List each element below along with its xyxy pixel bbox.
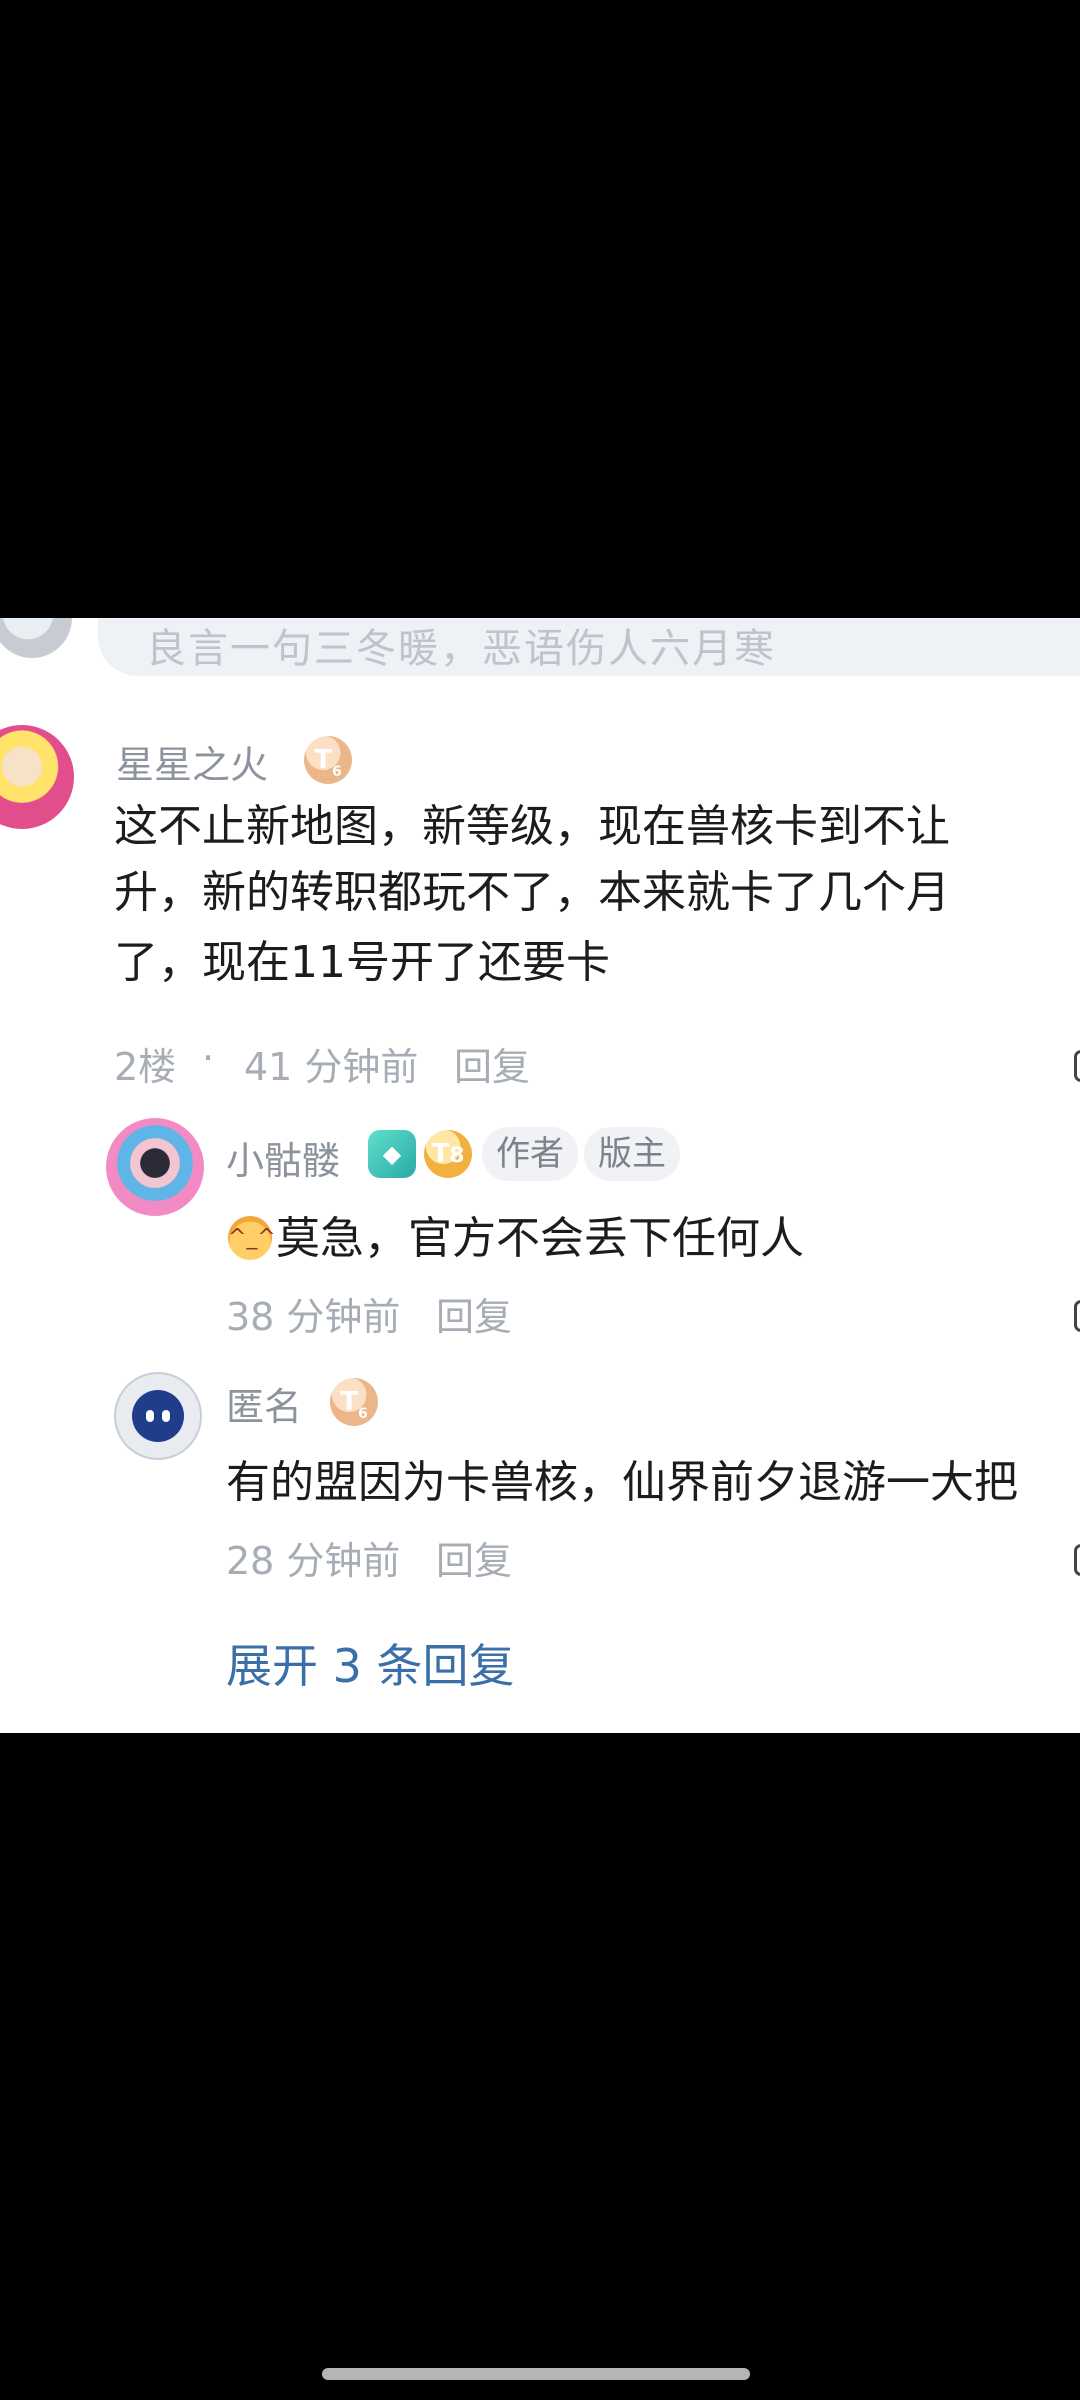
commenter-username[interactable]: 星星之火 [116,734,268,789]
reply-2-username[interactable]: 匿名 [226,1376,302,1431]
reply-1-like-icon[interactable] [1074,1300,1080,1332]
reply-1-username[interactable]: 小骷髅 [226,1130,340,1185]
meta-separator: · [202,1036,215,1080]
expand-replies-link[interactable]: 展开 3 条回复 [226,1630,515,1696]
comment-panel: 良言一句三冬暖，恶语伤人六月寒 星星之火 T6 这不止新地图，新等级，现在兽核卡… [0,618,1080,1733]
reply-2-badge-letter: T [340,1387,358,1417]
reply-2-avatar[interactable] [114,1372,202,1460]
comment-text-line-2: 升，新的转职都玩不了，本来就卡了几个月 [114,867,950,918]
comment-like-icon[interactable] [1074,1050,1080,1082]
level-badge-icon: T6 [304,736,352,784]
commenter-avatar[interactable] [0,725,74,829]
reply-1-text: 莫急，官方不会丢下任何人 [276,1213,804,1264]
smile-emoji-icon: ^_^ [228,1216,276,1260]
comment-text-line-3: 了，现在11号开了还要卡 [114,937,610,988]
robot-left-eye [146,1410,154,1422]
robot-right-eye [162,1410,170,1422]
reply-1-avatar[interactable] [106,1118,204,1216]
previous-comment-strip: 良言一句三冬暖，恶语伤人六月寒 [0,618,1080,678]
previous-comment-bubble[interactable]: 良言一句三冬暖，恶语伤人六月寒 [98,618,1080,676]
home-indicator[interactable] [322,2368,750,2380]
gem-badge-icon: ◆ [368,1130,416,1178]
comment-floor: 2楼 [114,1045,177,1089]
level-badge-letter: T [314,745,332,775]
reply-1-level-badge-icon: T8 [424,1130,472,1178]
reply-1-reply-button[interactable]: 回复 [436,1286,512,1341]
robot-face-icon [132,1390,184,1442]
author-tag: 作者 [482,1127,578,1181]
moderator-tag: 版主 [584,1127,680,1181]
reply-2-level-badge-icon: T6 [330,1378,378,1426]
reply-2-like-icon[interactable] [1074,1544,1080,1576]
previous-comment-avatar[interactable] [0,618,72,658]
reply-1-badge-letter: T [431,1139,450,1169]
reply-2-reply-button[interactable]: 回复 [436,1530,512,1585]
comment-text-line-1: 这不止新地图，新等级，现在兽核卡到不让 [114,801,950,852]
reply-2-text: 有的盟因为卡兽核，仙界前夕退游一大把 [226,1457,1018,1508]
comment-time: 41 分钟前 [244,1045,419,1089]
reply-2-time: 28 分钟前 [226,1539,401,1583]
comment-reply-button[interactable]: 回复 [454,1036,530,1091]
reply-1-time: 38 分钟前 [226,1295,401,1339]
previous-comment-text: 良言一句三冬暖，恶语伤人六月寒 [146,626,776,672]
